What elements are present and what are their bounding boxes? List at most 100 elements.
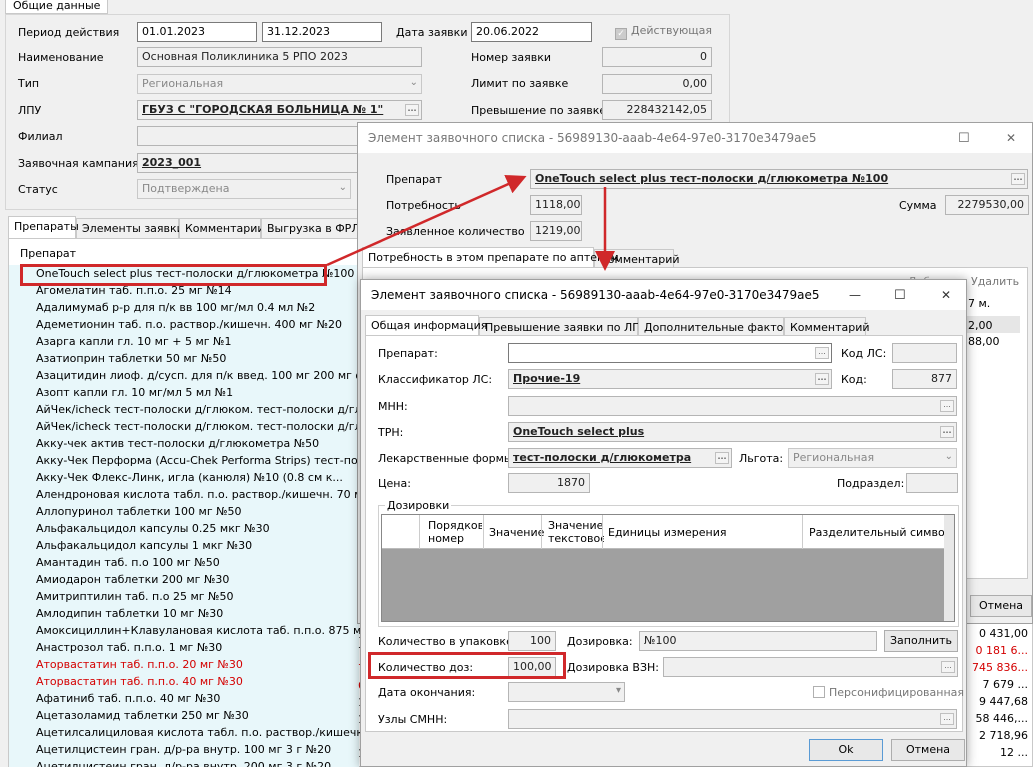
drug-list-row[interactable]: Алендроновая кислота табл. п.о. раствор.… — [36, 486, 390, 503]
d2-subdivision-field[interactable] — [906, 473, 958, 493]
d2-dosage-vzn-field[interactable]: ... — [663, 657, 958, 677]
tab-frll-export[interactable]: Выгрузка в ФРЛЛ — [261, 218, 368, 238]
ellipsis-icon[interactable]: ... — [941, 661, 955, 673]
d1-need-field[interactable]: 1118,00 — [530, 195, 582, 215]
drug-list-row[interactable]: АйЧек/icheck тест-полоски д/глюком. тест… — [36, 401, 388, 418]
d2-pack-qty-field[interactable]: 100 — [508, 631, 556, 651]
campaign-field[interactable]: 2023_001 — [137, 153, 367, 173]
drug-list-row[interactable]: Акку-чек актив тест-полоски д/глюкометра… — [36, 435, 319, 452]
request-number-field[interactable]: 0 — [602, 47, 712, 67]
ellipsis-icon[interactable]: ... — [940, 426, 954, 438]
d2-forms-label: Лекарственные формы: — [378, 452, 517, 465]
active-checkbox[interactable]: ✓ Действующая — [615, 24, 712, 40]
d2-fill-button[interactable]: Заполнить — [884, 630, 958, 652]
ellipsis-icon[interactable]: ... — [715, 452, 729, 464]
drug-list-row[interactable]: Акку-Чек Перформа (Accu-Chek Performa St… — [36, 452, 395, 469]
drug-list-row[interactable]: Ацетилцистеин гран. д/р-ра внутр. 100 мг… — [36, 741, 331, 758]
d2-pack-qty-label: Количество в упаковке: — [378, 635, 517, 648]
d1-delete-link[interactable]: Удалить — [971, 275, 1019, 288]
drug-list-row[interactable]: Амиодарон таблетки 200 мг №30 — [36, 571, 229, 588]
d2-end-date-field[interactable]: ▾ — [508, 682, 625, 702]
drug-list-row[interactable]: Азарга капли гл. 10 мг + 5 мг №1 — [36, 333, 231, 350]
drug-list-row[interactable]: Акку-Чек Флекс-Линк, игла (канюля) №10 (… — [36, 469, 343, 486]
drug-list-row[interactable]: Анастрозол таб. п.п.о. 1 мг №30 — [36, 639, 222, 656]
ellipsis-icon[interactable]: ... — [815, 373, 829, 385]
drug-list-row[interactable]: Альфакальцидол капсулы 1 мкг №30 — [36, 537, 252, 554]
drug-list-row[interactable]: Азацитидин лиоф. д/сусп. для п/к введ. 1… — [36, 367, 389, 384]
limit-field[interactable]: 0,00 — [602, 74, 712, 94]
d2-mnn-field[interactable]: ... — [508, 396, 957, 416]
d2-ls-code-field[interactable] — [892, 343, 957, 363]
d2-tab-lpu-excess[interactable]: Превышение заявки по ЛПУ — [479, 317, 647, 337]
branch-field[interactable] — [137, 126, 367, 146]
type-select[interactable]: Региональная ⌄ — [137, 74, 422, 94]
tab-drugs[interactable]: Препараты — [8, 216, 79, 238]
drug-list-row[interactable]: Амоксициллин+Клавулановая кислота таб. п… — [36, 622, 401, 639]
d2-benefit-select[interactable]: Региональная ⌄ — [788, 448, 957, 468]
d2-drug-field[interactable]: ... — [508, 343, 832, 363]
d2-code-field[interactable]: 877 — [892, 369, 957, 389]
drug-list-row[interactable]: Ацетилцистеин гран. д/р-ра внутр. 200 мг… — [36, 758, 331, 767]
drug-list-row[interactable]: Амитриптилин таб. п.о 25 мг №50 — [36, 588, 233, 605]
drug-list-row[interactable]: Амантадин таб. п.о 100 мг №50 — [36, 554, 220, 571]
d2-trn-field[interactable]: OneTouch select plus... — [508, 422, 957, 442]
drug-list-row[interactable]: Амлодипин таблетки 10 мг №30 — [36, 605, 223, 622]
ellipsis-icon[interactable]: ... — [1011, 173, 1025, 185]
d2-tab-extra-factors[interactable]: Дополнительные факторы — [638, 317, 799, 337]
ellipsis-icon[interactable]: ... — [940, 713, 954, 725]
drug-list-row[interactable]: Азопт капли гл. 10 мг/мл 5 мл №1 — [36, 384, 233, 401]
drug-list-row[interactable]: Азатиоприн таблетки 50 мг №50 — [36, 350, 226, 367]
drug-list-row[interactable]: Адеметионин таб. п.о. раствор./кишечн. 4… — [36, 316, 342, 333]
drug-list-row[interactable]: Альфакальцидол капсулы 0.25 мкг №30 — [36, 520, 270, 537]
d2-tab-comment[interactable]: Комментарий — [784, 317, 870, 337]
period-from-field[interactable]: 01.01.2023 — [137, 22, 257, 42]
period-from-value: 01.01.2023 — [142, 25, 205, 38]
ellipsis-icon[interactable]: ... — [815, 347, 829, 359]
drug-list-row[interactable]: Аторвастатин таб. п.п.о. 20 мг №30 — [36, 656, 243, 673]
close-icon[interactable]: ✕ — [941, 288, 951, 302]
drug-list-row[interactable]: Аллопуринол таблетки 100 мг №50 — [36, 503, 242, 520]
d2-forms-field[interactable]: тест-полоски д/глюкометра... — [508, 448, 732, 468]
d2-code-value: 877 — [931, 372, 952, 385]
d2-personified-checkbox[interactable]: Персонифицированная — [813, 686, 964, 699]
d2-cancel-button[interactable]: Отмена — [891, 739, 965, 761]
d2-ok-button[interactable]: Ok — [809, 739, 883, 761]
excess-field[interactable]: 228432142,05 — [602, 100, 712, 120]
top-tab-general[interactable]: Общие данные — [5, 0, 109, 14]
period-to-field[interactable]: 31.12.2023 — [262, 22, 382, 42]
d1-sum-field[interactable]: 2279530,00 — [945, 195, 1029, 215]
d1-drug-label: Препарат — [386, 173, 443, 186]
drug-list-row[interactable]: Аторвастатин таб. п.п.о. 40 мг №30 — [36, 673, 243, 690]
d2-classifier-field[interactable]: Прочие-19... — [508, 369, 832, 389]
drug-list-row[interactable]: Адалимумаб р-р для п/к вв 100 мг/мл 0.4 … — [36, 299, 315, 316]
lpu-field[interactable]: ГБУЗ С "ГОРОДСКАЯ БОЛЬНИЦА № 1"... — [137, 100, 422, 120]
minimize-icon[interactable]: — — [849, 288, 861, 302]
drug-list-row[interactable]: Афатиниб таб. п.п.о. 40 мг №30 — [36, 690, 220, 707]
d1-drug-field[interactable]: OneTouch select plus тест-полоски д/глюк… — [530, 169, 1028, 189]
ellipsis-icon[interactable]: ... — [405, 104, 419, 116]
d1-cancel-button[interactable]: Отмена — [970, 595, 1032, 617]
d2-tab-general[interactable]: Общая информация — [365, 315, 487, 335]
maximize-icon[interactable]: ☐ — [894, 288, 906, 303]
drug-list-row[interactable]: OneTouch select plus тест-полоски д/глюк… — [36, 265, 354, 282]
d2-dosages-scrollbar[interactable] — [944, 515, 954, 621]
name-field[interactable]: Основная Поликлиника 5 РПО 2023 — [137, 47, 422, 67]
drug-list-row[interactable]: Ацетилсалициловая кислота табл. п.о. рас… — [36, 724, 395, 741]
type-value: Региональная — [142, 77, 224, 90]
ellipsis-icon[interactable]: ... — [940, 400, 954, 412]
d2-doses-field[interactable]: 100,00 — [508, 657, 556, 677]
d2-price-field[interactable]: 1870 — [508, 473, 590, 493]
drug-list-row[interactable]: Агомелатин таб. п.п.о. 25 мг №14 — [36, 282, 232, 299]
tab-request-elements[interactable]: Элементы заявки — [76, 218, 184, 238]
tab-comments[interactable]: Комментарии — [179, 218, 265, 238]
d2-smnn-field[interactable]: ... — [508, 709, 957, 729]
d1-tab-pharmacy-need[interactable]: Потребность в этом препарате по аптекам — [362, 247, 619, 267]
status-select[interactable]: Подтверждена ⌄ — [137, 179, 351, 199]
close-icon[interactable]: ✕ — [1006, 131, 1016, 145]
maximize-icon[interactable]: ☐ — [958, 131, 970, 146]
d1-declared-field[interactable]: 1219,00 — [530, 221, 582, 241]
request-date-field[interactable]: 20.06.2022 — [471, 22, 592, 42]
d2-dosage-field[interactable]: №100 — [639, 631, 877, 651]
drug-list-row[interactable]: Ацетазоламид таблетки 250 мг №30 — [36, 707, 249, 724]
drug-list-row[interactable]: АйЧек/icheck тест-полоски д/глюком. тест… — [36, 418, 388, 435]
